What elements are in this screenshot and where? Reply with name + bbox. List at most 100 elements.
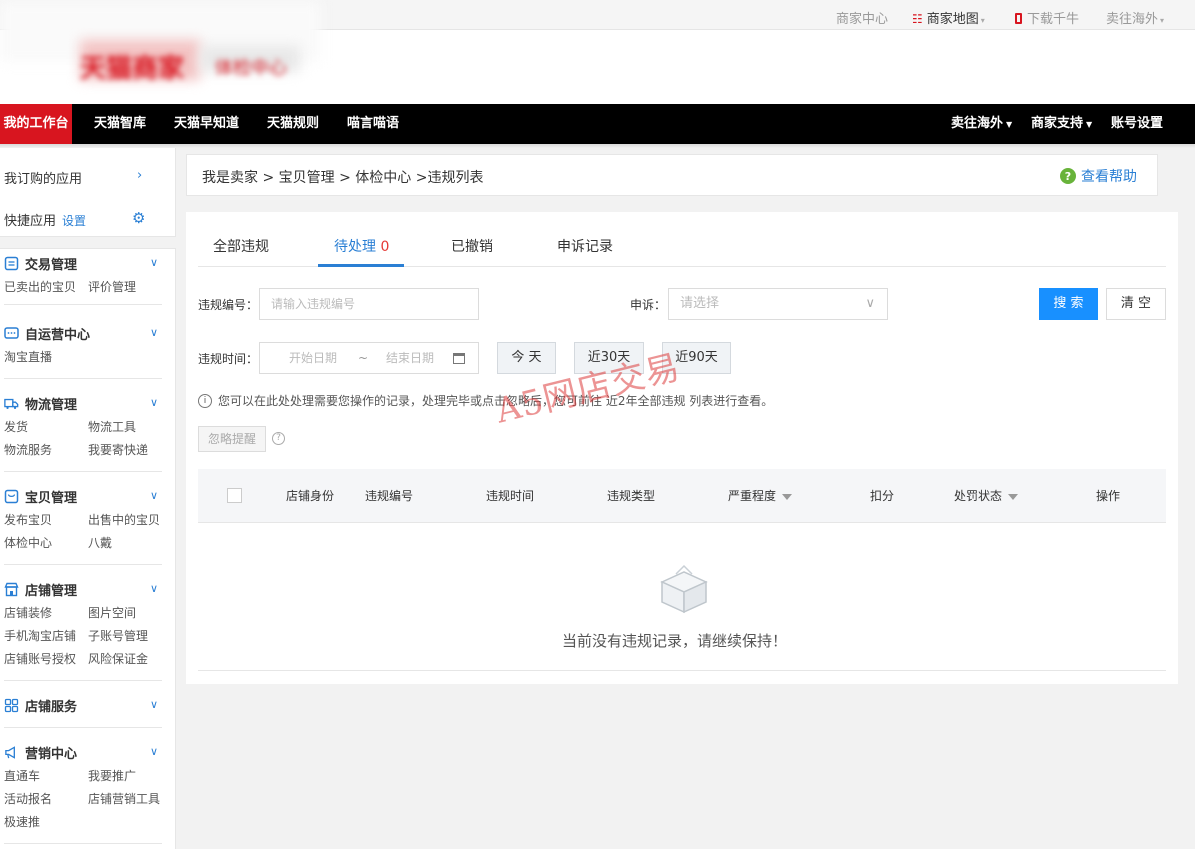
nav-item-sell-overseas[interactable]: 卖往海外 ▼ bbox=[951, 104, 1012, 144]
gear-icon[interactable]: ⚙ bbox=[132, 209, 145, 227]
main-nav: 我的工作台 天猫智库 天猫早知道 天猫规则 喵言喵语 卖往海外 ▼ 商家支持 ▼ 账… bbox=[0, 104, 1195, 144]
tab-all-violations[interactable]: 全部违规 bbox=[213, 236, 269, 256]
chevron-down-icon[interactable]: ∨ bbox=[150, 396, 158, 409]
question-icon[interactable]: ? bbox=[272, 432, 285, 445]
sidebar-divider bbox=[4, 680, 162, 681]
range-separator: ~ bbox=[358, 351, 369, 365]
sidebar-item-mobile-store[interactable]: 手机淘宝店铺 bbox=[4, 627, 76, 644]
tab-appeal-records[interactable]: 申诉记录 bbox=[557, 236, 613, 256]
sidebar-divider bbox=[4, 564, 162, 565]
chevron-down-icon[interactable]: ∨ bbox=[150, 745, 158, 758]
sidebar-section-self-operation[interactable]: 自运营中心 bbox=[4, 324, 90, 343]
clear-button[interactable]: 清 空 bbox=[1106, 288, 1166, 320]
sidebar-item-image-space[interactable]: 图片空间 bbox=[88, 604, 136, 621]
breadcrumb-text[interactable]: 我是卖家 > 宝贝管理 > 体检中心 >违规列表 bbox=[202, 167, 483, 187]
sidebar-section-goods[interactable]: 宝贝管理 bbox=[4, 487, 77, 506]
caret-down-icon: ▼ bbox=[1006, 120, 1013, 129]
sidebar-divider bbox=[4, 471, 162, 472]
today-button[interactable]: 今 天 bbox=[497, 342, 556, 374]
sidebar-item-fast-promote[interactable]: 极速推 bbox=[4, 813, 40, 830]
sidebar-section-logistics[interactable]: 物流管理 bbox=[4, 394, 77, 413]
table-header: 店铺身份 违规编号 违规时间 违规类型 严重程度 扣分 处罚状态 操作 bbox=[198, 469, 1166, 523]
filter-icon[interactable] bbox=[782, 493, 793, 500]
calendar-icon[interactable] bbox=[453, 353, 465, 364]
chat-icon bbox=[4, 326, 19, 341]
sidebar-item-risk-deposit[interactable]: 风险保证金 bbox=[88, 650, 148, 667]
date-range-picker[interactable]: 开始日期 ~ 结束日期 bbox=[259, 342, 479, 374]
topbar-link-merchant-map[interactable]: ☷ 商家地图 ▾ bbox=[912, 8, 985, 27]
chevron-down-icon: ▾ bbox=[1160, 16, 1165, 25]
table-bottom-divider bbox=[198, 670, 1166, 671]
filter-icon[interactable] bbox=[1008, 493, 1019, 500]
sidebar-item-publish[interactable]: 发布宝贝 bbox=[4, 511, 52, 528]
megaphone-icon bbox=[4, 745, 19, 760]
sidebar-quick-apps: 快捷应用 设置 ⚙ bbox=[4, 209, 146, 229]
ignore-reminder-button[interactable]: 忽略提醒 bbox=[198, 426, 266, 452]
sidebar-item-reviews[interactable]: 评价管理 bbox=[88, 278, 136, 295]
sidebar-item-through-train[interactable]: 直通车 bbox=[4, 767, 40, 784]
sidebar-divider bbox=[4, 727, 162, 728]
chevron-down-icon[interactable]: ∨ bbox=[150, 489, 158, 502]
topbar-link-sell-overseas[interactable]: 卖往海外 ▾ bbox=[1106, 8, 1164, 27]
sidebar-my-apps[interactable]: 我订购的应用 › bbox=[4, 168, 164, 187]
chevron-down-icon[interactable]: ∨ bbox=[150, 256, 158, 269]
nav-item-account-settings[interactable]: 账号设置 bbox=[1111, 104, 1163, 144]
column-severity[interactable]: 严重程度 bbox=[728, 487, 793, 504]
topbar-link-merchant-center[interactable]: 商家中心 bbox=[836, 8, 888, 27]
sidebar-section-store[interactable]: 店铺管理 bbox=[4, 580, 77, 599]
sidebar-item-logistics-service[interactable]: 物流服务 bbox=[4, 441, 52, 458]
tab-pending[interactable]: 待处理 0 bbox=[334, 236, 389, 256]
sidebar-item-on-sale[interactable]: 出售中的宝贝 bbox=[88, 511, 160, 528]
chevron-down-icon[interactable]: ∨ bbox=[150, 698, 158, 711]
sidebar-item-logistics-tools[interactable]: 物流工具 bbox=[88, 418, 136, 435]
order-icon bbox=[4, 256, 19, 271]
caret-down-icon: ▼ bbox=[1086, 120, 1093, 129]
sidebar-item-promote[interactable]: 我要推广 bbox=[88, 767, 136, 784]
sidebar-section-store-service[interactable]: 店铺服务 bbox=[4, 696, 77, 715]
nav-item-rules[interactable]: 天猫规则 bbox=[267, 104, 319, 144]
sidebar-item-live[interactable]: 淘宝直播 bbox=[4, 348, 52, 365]
quick-apps-setting-link[interactable]: 设置 bbox=[62, 214, 86, 228]
select-all-checkbox[interactable] bbox=[227, 488, 242, 503]
sidebar-item-sub-accounts[interactable]: 子账号管理 bbox=[88, 627, 148, 644]
nav-item-miao-talk[interactable]: 喵言喵语 bbox=[347, 104, 399, 144]
sidebar-divider bbox=[4, 843, 162, 844]
sidebar: 我订购的应用 › 快捷应用 设置 ⚙ 交易管理 ∨ 已卖出的宝贝 评价管理 自运营… bbox=[0, 148, 176, 849]
sidebar-item-event-signup[interactable]: 活动报名 bbox=[4, 790, 52, 807]
nav-item-merchant-support[interactable]: 商家支持 ▼ bbox=[1031, 104, 1092, 144]
column-penalty-status[interactable]: 处罚状态 bbox=[954, 487, 1019, 504]
help-link[interactable]: ? 查看帮助 bbox=[1060, 166, 1137, 186]
info-notice: i 您可以在此处处理需要您操作的记录，处理完毕或点击忽略后，您可前往 近2年全部… bbox=[198, 392, 773, 409]
header: 天猫商家 体检中心 bbox=[0, 2, 1195, 104]
chevron-right-icon: › bbox=[137, 168, 143, 183]
sidebar-item-check-center[interactable]: 体检中心 bbox=[4, 534, 52, 551]
search-button[interactable]: 搜 索 bbox=[1039, 288, 1098, 320]
sidebar-item-ship[interactable]: 发货 bbox=[4, 418, 28, 435]
sidebar-item-marketing-tools[interactable]: 店铺营销工具 bbox=[88, 790, 160, 807]
sidebar-section-marketing[interactable]: 营销中心 bbox=[4, 743, 77, 762]
nav-item-early-news[interactable]: 天猫早知道 bbox=[174, 104, 239, 144]
column-actions: 操作 bbox=[1096, 489, 1121, 503]
violation-time-label: 违规时间： bbox=[198, 352, 259, 366]
end-date-input[interactable]: 结束日期 bbox=[386, 343, 434, 373]
sidebar-item-badai[interactable]: 八戴 bbox=[88, 534, 112, 551]
sidebar-divider bbox=[4, 304, 162, 305]
grid-icon bbox=[4, 698, 19, 713]
column-violation-no: 违规编号 bbox=[365, 489, 414, 503]
tab-revoked[interactable]: 已撤销 bbox=[451, 236, 493, 256]
nav-item-workbench[interactable]: 我的工作台 bbox=[0, 104, 72, 144]
sidebar-section-trade[interactable]: 交易管理 bbox=[4, 254, 77, 273]
start-date-input[interactable]: 开始日期 bbox=[289, 343, 337, 373]
chevron-down-icon[interactable]: ∨ bbox=[150, 326, 158, 339]
list-icon: ☷ bbox=[912, 12, 923, 26]
violation-no-input[interactable]: 请输入违规编号 bbox=[259, 288, 479, 320]
sidebar-item-sold-goods[interactable]: 已卖出的宝贝 bbox=[4, 278, 76, 295]
nav-item-think-tank[interactable]: 天猫智库 bbox=[94, 104, 146, 144]
sidebar-item-decoration[interactable]: 店铺装修 bbox=[4, 604, 52, 621]
topbar-link-download-qianniu[interactable]: 下载千牛 bbox=[1015, 8, 1079, 27]
sidebar-item-send-express[interactable]: 我要寄快递 bbox=[88, 441, 148, 458]
appeal-select[interactable]: 请选择 ∨ bbox=[668, 288, 888, 320]
column-store-identity: 店铺身份 bbox=[286, 489, 335, 503]
sidebar-item-account-auth[interactable]: 店铺账号授权 bbox=[4, 650, 76, 667]
chevron-down-icon[interactable]: ∨ bbox=[150, 582, 158, 595]
